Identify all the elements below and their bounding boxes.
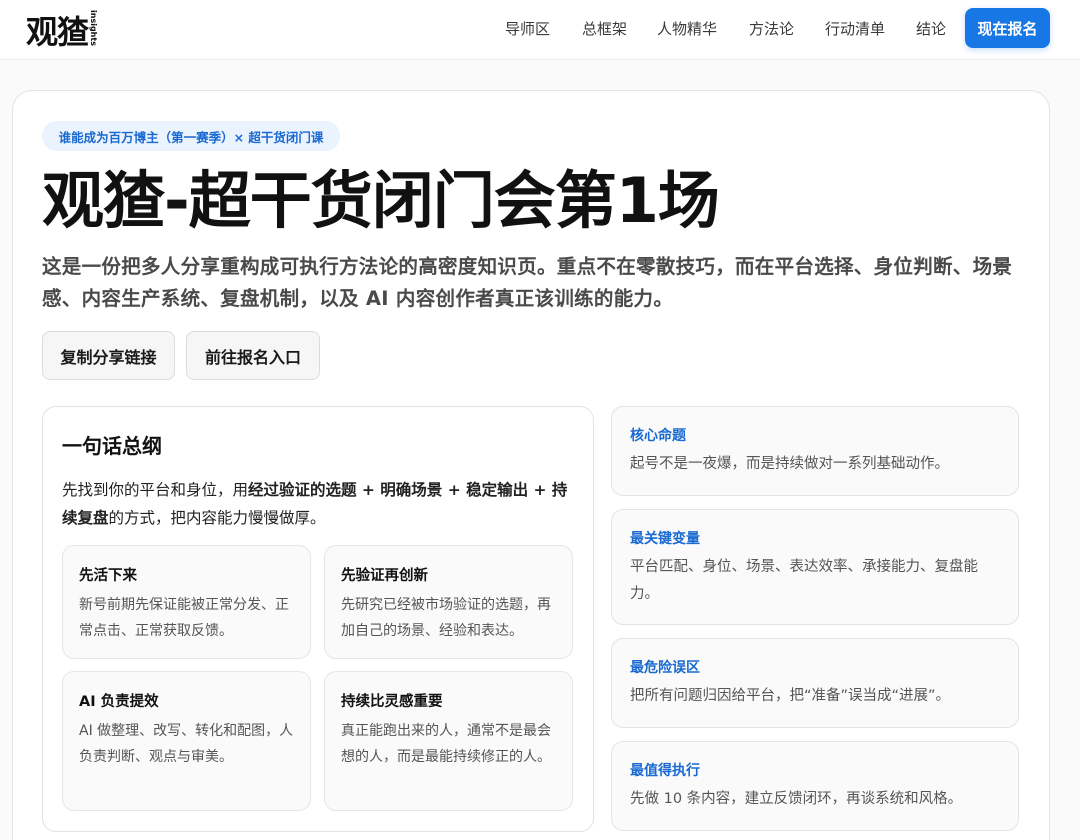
series-tag: 谁能成为百万博主（第一赛季）× 超干货闭门课 [42, 121, 340, 151]
info-card-label: 最危险误区 [630, 660, 700, 676]
nav-item-mentors[interactable]: 导师区 [505, 18, 550, 40]
summary-text-part-3: 的方式，把内容能力慢慢做厚。 [108, 509, 326, 527]
summary-title: 一句话总纲 [62, 434, 162, 458]
register-now-button[interactable]: 现在报名 [965, 8, 1050, 48]
principle-card-body: 新号前期先保证能被正常分发、正常点击、正常获取反馈。 [79, 597, 289, 639]
info-card-label: 最值得执行 [630, 763, 700, 779]
nav-item-highlights[interactable]: 人物精华 [657, 18, 717, 40]
summary-text: 先找到你的平台和身位，用经过验证的选题 + 明确场景 + 稳定输出 + 持续复盘… [62, 476, 582, 532]
principle-card-title: 先活下来 [79, 568, 137, 584]
page-subtitle: 这是一份把多人分享重构成可执行方法论的高密度知识页。重点不在零散技巧，而在平台选… [42, 255, 1013, 310]
principle-card-title: 先验证再创新 [341, 568, 428, 584]
info-card-most-actionable: 最值得执行 先做 10 条内容，建立反馈闭环，再谈系统和风格。 [611, 741, 1019, 831]
info-card-label: 核心命题 [630, 428, 686, 444]
copy-share-link-button[interactable]: 复制分享链接 [42, 331, 175, 380]
info-card-core-proposition: 核心命题 起号不是一夜爆，而是持续做对一系列基础动作。 [611, 406, 1019, 496]
principle-card-title: AI 负责提效 [79, 694, 159, 710]
info-card-body: 把所有问题归因给平台，把“准备”误当成“进展”。 [630, 688, 951, 704]
info-card-body: 平台匹配、身位、场景、表达效率、承接能力、复盘能力。 [630, 559, 978, 602]
principle-card-body: 真正能跑出来的人，通常不是最会想的人，而是最能持续修正的人。 [341, 723, 551, 765]
principle-card-body: AI 做整理、改写、转化和配图，人负责判断、观点与审美。 [79, 723, 294, 765]
nav-item-action-list[interactable]: 行动清单 [825, 18, 885, 40]
principle-card-title: 持续比灵感重要 [341, 694, 443, 710]
page-title: 观猹-超干货闭门会第1场 [42, 164, 720, 237]
info-card-body: 起号不是一夜爆，而是持续做对一系列基础动作。 [630, 456, 949, 472]
main-nav: 导师区 总框架 人物精华 方法论 行动清单 结论 [0, 0, 1080, 60]
info-card-dangerous-pitfall: 最危险误区 把所有问题归因给平台，把“准备”误当成“进展”。 [611, 638, 1019, 728]
principle-card: 先验证再创新 先研究已经被市场验证的选题，再加自己的场景、经验和表达。 [324, 545, 573, 659]
nav-item-methodology[interactable]: 方法论 [749, 18, 794, 40]
principle-card: 持续比灵感重要 真正能跑出来的人，通常不是最会想的人，而是最能持续修正的人。 [324, 671, 573, 811]
top-navbar: 观猹 insights 导师区 总框架 人物精华 方法论 行动清单 结论 现在报… [0, 0, 1080, 60]
go-to-registration-button[interactable]: 前往报名入口 [186, 331, 320, 380]
principle-card-body: 先研究已经被市场验证的选题，再加自己的场景、经验和表达。 [341, 597, 551, 639]
info-card-key-variables: 最关键变量 平台匹配、身位、场景、表达效率、承接能力、复盘能力。 [611, 509, 1019, 625]
info-card-label: 最关键变量 [630, 531, 700, 547]
summary-text-part-1: 先找到你的平台和身位，用 [62, 481, 249, 499]
principle-card: 先活下来 新号前期先保证能被正常分发、正常点击、正常获取反馈。 [62, 545, 311, 659]
info-card-body: 先做 10 条内容，建立反馈闭环，再谈系统和风格。 [630, 791, 963, 807]
principle-card: AI 负责提效 AI 做整理、改写、转化和配图，人负责判断、观点与审美。 [62, 671, 311, 811]
nav-item-framework[interactable]: 总框架 [582, 18, 627, 40]
nav-item-conclusion[interactable]: 结论 [916, 18, 946, 40]
